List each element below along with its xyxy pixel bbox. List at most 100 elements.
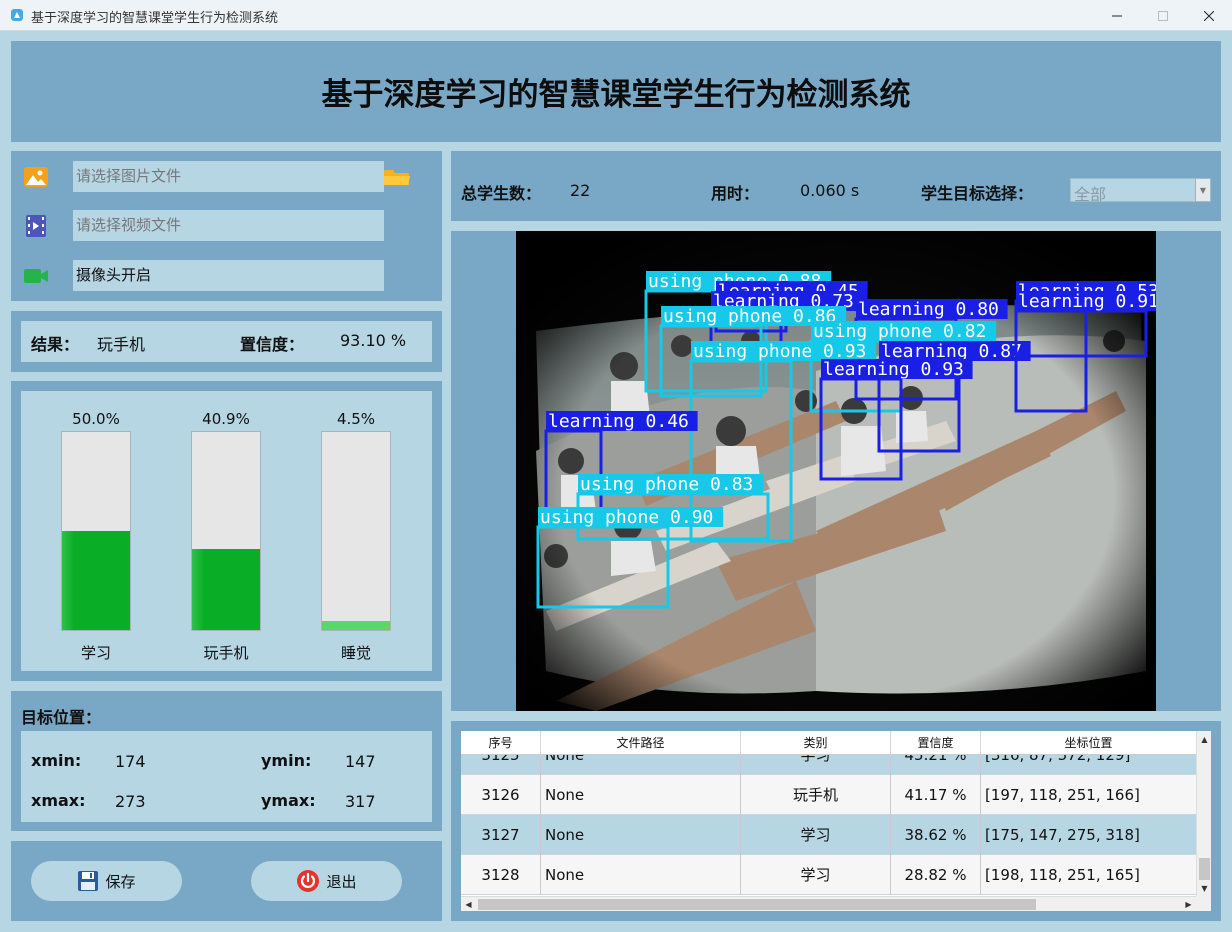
header-panel: 基于深度学习的智慧课堂学生行为检测系统: [11, 41, 1221, 142]
vertical-scroll-thumb[interactable]: [1199, 858, 1210, 880]
stats-panel: 总学生数： 22 用时： 0.060 s 学生目标选择： 全部 ▼: [451, 151, 1221, 221]
chevron-down-icon[interactable]: ▼: [1195, 179, 1210, 201]
col-confidence[interactable]: 置信度: [891, 731, 981, 755]
bar-phone: [191, 431, 261, 631]
bar-learning: [61, 431, 131, 631]
cell-path: None: [541, 775, 741, 815]
scroll-up-icon[interactable]: ▲: [1197, 731, 1211, 747]
save-icon: [78, 871, 99, 891]
cell-coords: [175, 147, 275, 318]: [985, 826, 1140, 844]
detection-label: using phone 0.82: [813, 321, 986, 342]
ymin-value: 147: [345, 752, 376, 771]
bar-fill-learning: [62, 531, 130, 630]
cell-coords: [197, 118, 251, 166]: [985, 786, 1140, 804]
result-box: 结果： 玩手机 置信度： 93.10 %: [21, 321, 432, 362]
bar-percent-sleep: 4.5%: [336, 410, 376, 428]
vertical-scrollbar[interactable]: ▲ ▼: [1196, 731, 1211, 896]
scroll-right-icon[interactable]: ▶: [1181, 897, 1196, 911]
camera-toggle-field[interactable]: 摄像头开启: [73, 260, 384, 291]
action-panel: 保存 退出: [11, 841, 442, 921]
result-label: 结果：: [31, 335, 80, 354]
cell-index: 3128: [461, 855, 541, 895]
video-icon[interactable]: [23, 214, 49, 238]
position-title: 目标位置：: [21, 708, 102, 727]
xmax-label: xmax:: [31, 791, 86, 810]
cell-class: 玩手机: [741, 775, 891, 815]
camera-icon[interactable]: [23, 264, 49, 288]
detection-label: learning 0.80: [858, 299, 999, 320]
cell-confidence: 28.82 %: [891, 855, 981, 895]
minimize-icon: [1112, 15, 1122, 16]
video-input-row: 请选择视频文件: [23, 210, 384, 242]
bar-label-learning: 学习: [80, 644, 111, 662]
scroll-corner: [1196, 896, 1211, 911]
results-table-panel: 序号 文件路径 类别 置信度 坐标位置 3125 None 学习 45.21 %…: [451, 721, 1221, 921]
target-select-label: 学生目标选择：: [921, 184, 1034, 203]
image-file-field[interactable]: 请选择图片文件: [73, 161, 384, 192]
page-title: 基于深度学习的智慧课堂学生行为检测系统: [321, 77, 911, 113]
col-index[interactable]: 序号: [461, 731, 541, 755]
image-display-panel: using phone 0.88learning 0.45learning 0.…: [451, 231, 1221, 711]
detection-label: using phone 0.90: [540, 507, 713, 528]
exit-label: 退出: [326, 872, 357, 891]
window-title: 基于深度学习的智慧课堂学生行为检测系统: [31, 11, 279, 26]
ymin-label: ymin:: [261, 751, 312, 770]
table-row[interactable]: 3128 None 学习 28.82 % [198, 118, 251, 165…: [461, 855, 1196, 895]
elapsed-time-value: 0.060 s: [800, 181, 860, 200]
maximize-button[interactable]: [1140, 0, 1186, 31]
table-row[interactable]: 3126 None 玩手机 41.17 % [197, 118, 251, 16…: [461, 775, 1196, 815]
xmin-value: 174: [115, 752, 146, 771]
detection-label: learning 0.93: [823, 359, 964, 380]
classroom-scene: using phone 0.88learning 0.45learning 0.…: [516, 231, 1156, 711]
bar-fill-sleep: [322, 621, 390, 630]
col-coords[interactable]: 坐标位置: [981, 731, 1196, 755]
position-box: xmin: 174 ymin: 147 xmax: 273 ymax: 317: [21, 731, 432, 822]
target-select[interactable]: 全部 ▼: [1070, 178, 1211, 204]
save-button[interactable]: 保存: [31, 861, 182, 901]
detection-label: using phone 0.83: [580, 474, 753, 495]
cell-confidence: 41.17 %: [891, 775, 981, 815]
behavior-bars: 50.0% 学习 40.9% 玩手机 4.5% 睡觉: [21, 391, 432, 671]
bar-label-phone: 玩手机: [203, 644, 249, 662]
image-icon[interactable]: [23, 165, 49, 189]
xmax-value: 273: [115, 792, 146, 811]
col-path[interactable]: 文件路径: [541, 731, 741, 755]
detection-label: learning 0.91: [1018, 291, 1156, 312]
folder-icon[interactable]: [382, 165, 412, 189]
bar-percent-learning: 50.0%: [72, 410, 120, 428]
xmin-label: xmin:: [31, 751, 82, 770]
total-students-value: 22: [570, 181, 591, 200]
ymax-value: 317: [345, 792, 376, 811]
bar-label-sleep: 睡觉: [340, 644, 371, 662]
bar-fill-phone: [192, 549, 260, 630]
table-row[interactable]: 3127 None 学习 38.62 % [175, 147, 275, 318…: [461, 815, 1196, 855]
target-position-panel: 目标位置： xmin: 174 ymin: 147 xmax: 273 ymax…: [11, 691, 442, 831]
close-button[interactable]: [1186, 0, 1232, 31]
results-table: 序号 文件路径 类别 置信度 坐标位置 3125 None 学习 45.21 %…: [461, 731, 1211, 911]
app-icon: [11, 9, 23, 21]
close-icon: [1204, 10, 1214, 21]
horizontal-scroll-thumb[interactable]: [478, 899, 1036, 910]
power-icon: [297, 870, 320, 892]
exit-button[interactable]: 退出: [251, 861, 402, 901]
cell-index: 3127: [461, 815, 541, 855]
ymax-label: ymax:: [261, 791, 316, 810]
cell-coords: [198, 118, 251, 165]: [985, 866, 1140, 884]
total-students-label: 总学生数：: [461, 184, 542, 203]
minimize-button[interactable]: [1094, 0, 1140, 31]
cell-path: None: [541, 855, 741, 895]
camera-input-row: 摄像头开启: [23, 260, 384, 292]
confidence-value: 93.10 %: [340, 331, 407, 350]
cell-path: None: [541, 815, 741, 855]
scroll-left-icon[interactable]: ◀: [461, 897, 476, 911]
horizontal-scrollbar[interactable]: ◀ ▶: [461, 896, 1196, 911]
bar-percent-phone: 40.9%: [202, 410, 250, 428]
scroll-down-icon[interactable]: ▼: [1197, 880, 1211, 896]
col-class[interactable]: 类别: [741, 731, 891, 755]
save-label: 保存: [105, 872, 136, 891]
video-file-field[interactable]: 请选择视频文件: [73, 210, 384, 241]
image-input-row: 请选择图片文件: [23, 161, 384, 193]
bar-sleep: [321, 431, 391, 631]
detection-image: using phone 0.88learning 0.45learning 0.…: [516, 231, 1156, 711]
cell-class: 学习: [741, 815, 891, 855]
